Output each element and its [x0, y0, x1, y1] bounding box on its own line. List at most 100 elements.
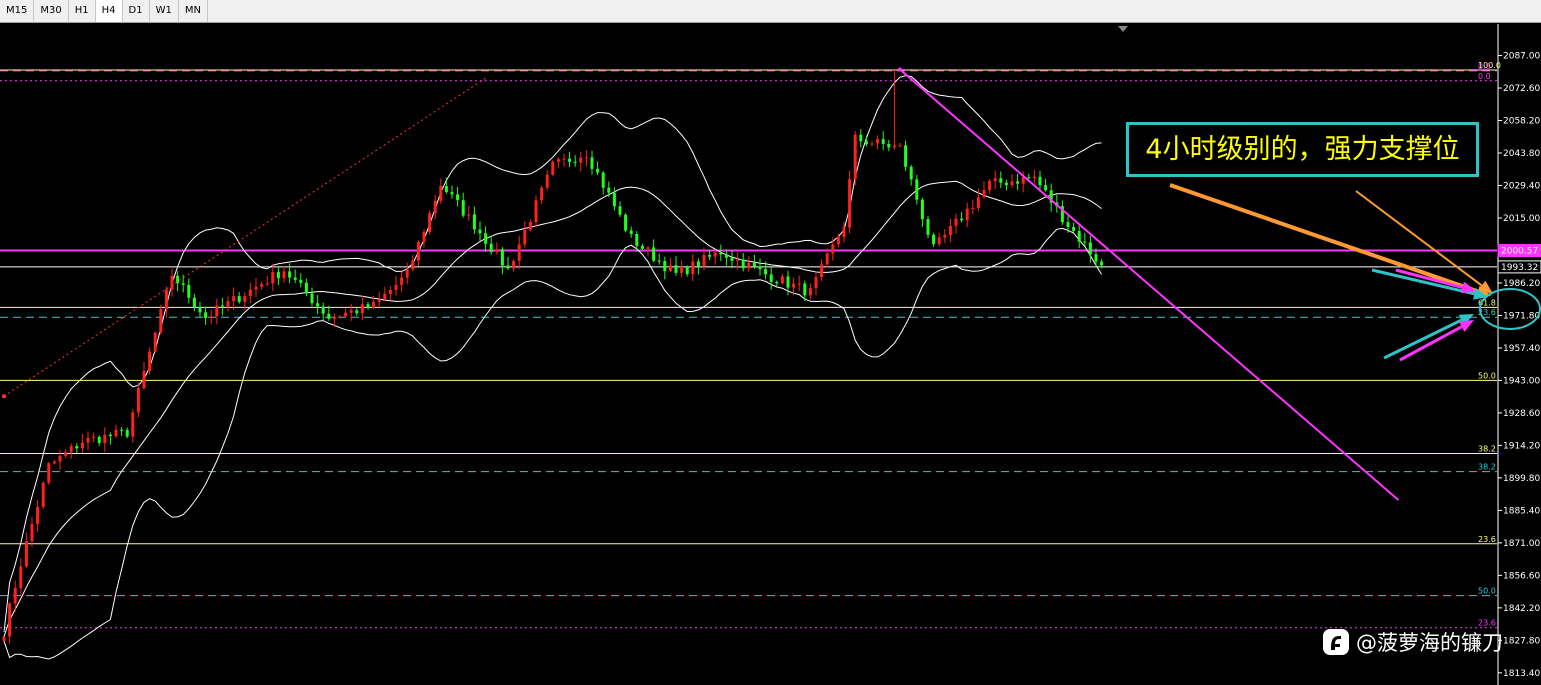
candle-body [624, 214, 628, 231]
candle-body [646, 247, 650, 249]
candle-body [1072, 227, 1076, 232]
price-axis-tick-label: 2087.00 [1503, 52, 1540, 62]
candle-body [282, 271, 286, 279]
candle-body [1004, 182, 1008, 186]
candle-body [562, 158, 566, 160]
candle-body [349, 310, 353, 313]
watermark: @菠萝海的镰刀 [1322, 624, 1503, 660]
candle-body [92, 436, 96, 438]
price-label-text: 2000.57 [1501, 247, 1538, 257]
candle-body [596, 168, 600, 173]
candle-body [433, 200, 437, 214]
candle-body [19, 566, 23, 589]
candle-body [355, 310, 359, 314]
candle-body [187, 284, 191, 298]
candle-body [932, 234, 936, 245]
candle-body [713, 252, 717, 257]
price-axis-tick-label: 1899.80 [1503, 474, 1540, 484]
candle-body [708, 254, 712, 257]
fib-level-label: 0.0 [1478, 72, 1491, 81]
candle-body [736, 259, 740, 261]
candle-body [394, 284, 398, 290]
fib-level-label: 50.0 [1478, 587, 1496, 596]
candle-body [528, 222, 532, 230]
tf-w1[interactable]: W1 [150, 0, 179, 22]
candle-body [1016, 181, 1020, 184]
trendline-anchor [2, 394, 6, 399]
candle-body [232, 296, 236, 302]
tf-h4[interactable]: H4 [95, 0, 123, 22]
candle-body [747, 262, 751, 269]
candle-body [971, 207, 975, 209]
fib-level-label: 38.2 [1478, 463, 1496, 472]
tf-m30[interactable]: M30 [34, 0, 69, 22]
candle-body [1044, 185, 1048, 191]
price-axis-tick-label: 1928.60 [1503, 409, 1540, 419]
candle-body [1038, 176, 1042, 186]
price-axis-tick-label: 1856.60 [1503, 571, 1540, 581]
candle-body [226, 301, 230, 307]
candle-body [383, 293, 387, 300]
candle-body [797, 283, 801, 285]
candle-body [495, 249, 499, 253]
candle-body [52, 461, 56, 464]
price-axis-tick-label: 2029.40 [1503, 181, 1540, 191]
candle-body [999, 178, 1003, 183]
tf-m15[interactable]: M15 [0, 0, 35, 22]
candle-body [618, 206, 622, 215]
candle-body [960, 218, 964, 221]
candle-body [304, 282, 308, 294]
candle-body [181, 283, 185, 285]
candle-body [338, 316, 342, 318]
candle-body [204, 312, 208, 319]
trendline-anchor [898, 67, 902, 72]
candle-body [1066, 222, 1070, 228]
candle-body [926, 219, 930, 235]
tf-d1[interactable]: D1 [123, 0, 150, 22]
candle-body [915, 179, 919, 200]
candle-body [47, 463, 51, 483]
candle-body [780, 276, 784, 284]
tf-mn[interactable]: MN [179, 0, 208, 22]
candle-body [652, 247, 656, 261]
candle-body [170, 275, 174, 290]
annotation-box: 4小时级别的，强力支撑位 [1126, 122, 1479, 177]
candle-body [1027, 177, 1031, 179]
candle-body [993, 178, 997, 182]
candle-body [769, 274, 773, 282]
candle-body [416, 241, 420, 261]
candle-body [523, 229, 527, 245]
candle-body [388, 289, 392, 294]
candle-body [859, 134, 863, 142]
candle-body [136, 388, 140, 413]
tf-h1[interactable]: H1 [69, 0, 96, 22]
candle-body [719, 252, 723, 255]
candle-body [691, 261, 695, 275]
candle-body [198, 306, 202, 313]
candle-body [2, 636, 6, 642]
candle-body [640, 245, 644, 249]
candle-body [814, 277, 818, 289]
candle-body [792, 283, 796, 288]
candle-body [512, 260, 516, 269]
candle-body [461, 200, 465, 216]
candle-body [450, 192, 454, 195]
candle-body [786, 276, 790, 288]
candle-body [142, 370, 146, 389]
candle-body [1010, 181, 1014, 186]
candle-body [159, 309, 163, 333]
candle-body [75, 446, 79, 449]
candle-body [1094, 254, 1098, 262]
candle-body [103, 434, 107, 443]
candle-body [80, 442, 84, 449]
candle-body [556, 159, 560, 162]
candle-body [260, 284, 264, 287]
candle-body [607, 187, 611, 193]
watermark-text: @菠萝海的镰刀 [1356, 631, 1503, 655]
candle-body [764, 269, 768, 275]
candle-body [288, 271, 292, 278]
price-label-text: 1993.32 [1501, 263, 1538, 273]
price-axis-tick-label: 2072.60 [1503, 84, 1540, 94]
candle-body [864, 141, 868, 145]
candle-body [752, 262, 756, 267]
